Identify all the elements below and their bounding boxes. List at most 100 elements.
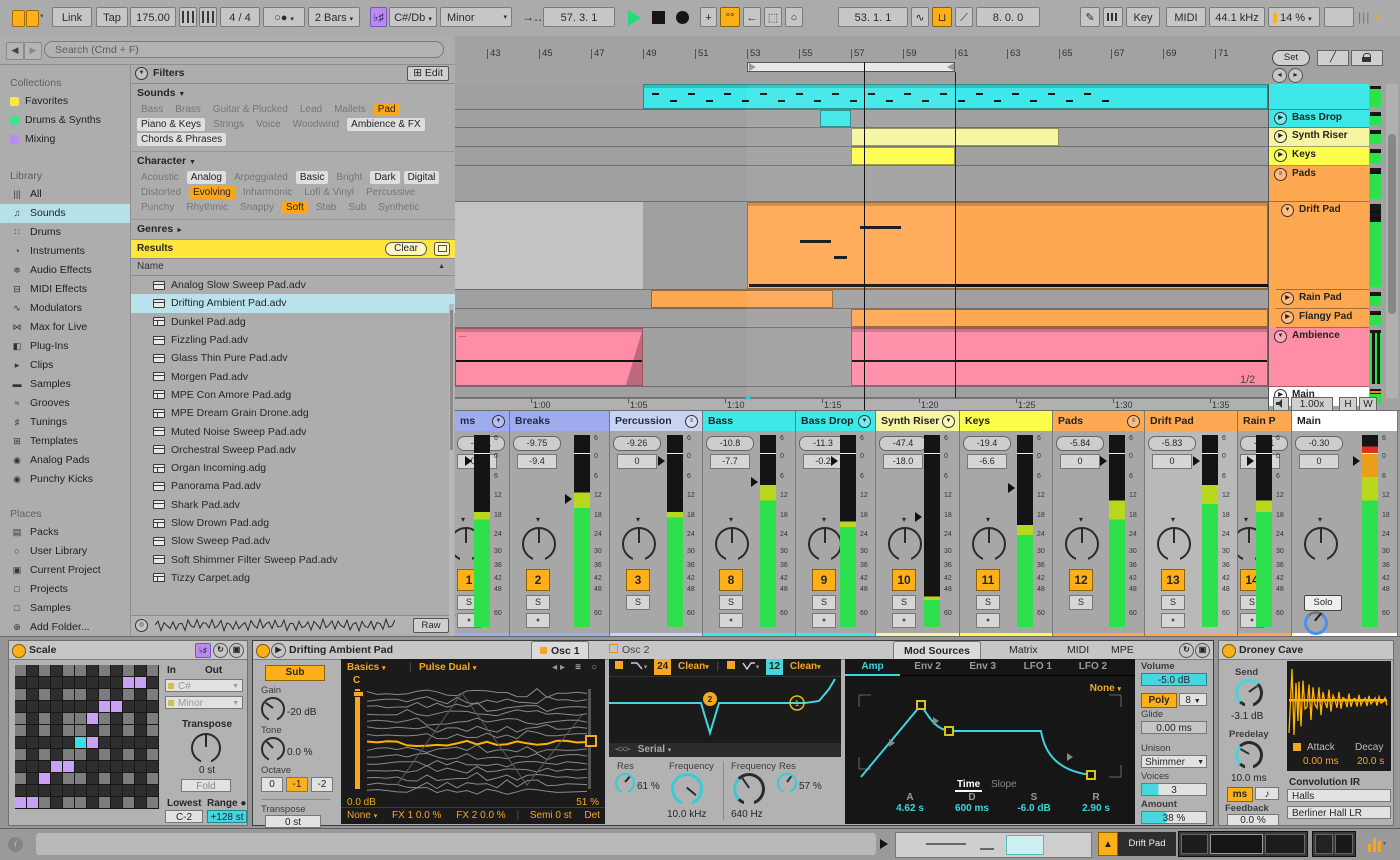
computer-midi-keyboard-icon[interactable] bbox=[1103, 7, 1123, 27]
tab-mod-sources[interactable]: Mod Sources bbox=[893, 641, 981, 660]
strip-pan-knob[interactable] bbox=[1304, 527, 1338, 562]
scale-grid-cell[interactable] bbox=[87, 797, 98, 808]
places-item-packs[interactable]: ▤ Packs bbox=[0, 523, 130, 542]
filter-tag[interactable]: Analog bbox=[186, 171, 226, 184]
scale-grid-cell[interactable] bbox=[147, 737, 158, 748]
hot-swap-icon[interactable]: ↻ bbox=[1179, 643, 1194, 658]
strip-name[interactable]: Drift Pad bbox=[1145, 411, 1237, 431]
time-signature-field[interactable]: 4 / 4 bbox=[220, 7, 260, 27]
mixer-strip-main[interactable]: Main -0.30 0 ▾ Solo 6 0 6 12 18 24 30 36 42 48 60 bbox=[1292, 411, 1398, 637]
mixer-strip-breaks[interactable]: Breaks -9.75 -9.4 ▾ 2 S ● 6 0 6 12 18 24 30 36 42 48 60 bbox=[510, 411, 610, 637]
track-unfold-icon[interactable]: ▶ bbox=[1281, 292, 1294, 305]
strip-peak-display[interactable]: -10.8 bbox=[706, 436, 754, 451]
scale-grid-cell[interactable] bbox=[135, 725, 146, 736]
scale-device-title-bar[interactable]: Scale ♭♯ ↻ ▣ bbox=[9, 641, 247, 660]
scale-grid-cell[interactable] bbox=[147, 665, 158, 676]
preview-icon[interactable]: ◎ bbox=[135, 619, 148, 632]
scale-grid-cell[interactable] bbox=[87, 689, 98, 700]
volume-handle[interactable] bbox=[1008, 482, 1015, 493]
scale-grid-cell[interactable] bbox=[15, 785, 26, 796]
strip-pan-knob[interactable] bbox=[888, 527, 922, 562]
strip-name[interactable]: ms ▼ bbox=[455, 411, 509, 431]
device-warning-icon[interactable]: ▲ bbox=[1098, 832, 1118, 856]
tone-value[interactable]: 0.0 % bbox=[287, 747, 313, 758]
strip-pan-knob[interactable] bbox=[715, 527, 749, 562]
scale-grid-cell[interactable] bbox=[87, 677, 98, 688]
scale-grid-cell[interactable] bbox=[27, 689, 38, 700]
scale-grid-cell[interactable] bbox=[87, 785, 98, 796]
f2-freq-knob[interactable] bbox=[733, 773, 765, 805]
feedback-value[interactable]: 0.0 % bbox=[1227, 814, 1279, 826]
track-fold-icon[interactable]: ▼ bbox=[1274, 330, 1287, 343]
octave-button[interactable]: 0 bbox=[261, 777, 283, 792]
ir-file-select[interactable]: Berliner Hall LR bbox=[1287, 806, 1391, 819]
library-item-plug-ins[interactable]: ◧ Plug-Ins bbox=[0, 337, 130, 356]
scale-grid-cell[interactable] bbox=[99, 737, 110, 748]
key-map-button[interactable]: Key bbox=[1126, 7, 1160, 27]
filters-collapse-icon[interactable]: ▼ bbox=[135, 67, 148, 80]
filter-tag[interactable]: Percussive bbox=[362, 186, 419, 199]
scale-grid-cell[interactable] bbox=[123, 677, 134, 688]
scale-grid-cell[interactable] bbox=[75, 665, 86, 676]
places-item-projects[interactable]: □ Projects bbox=[0, 580, 130, 599]
scale-grid[interactable] bbox=[15, 665, 159, 809]
strip-gain-field[interactable]: 0 bbox=[1060, 454, 1100, 469]
scale-grid-cell[interactable] bbox=[75, 785, 86, 796]
result-item[interactable]: Orchestral Sweep Pad.adv bbox=[131, 441, 455, 459]
track-unfold-icon[interactable]: ▶ bbox=[1274, 112, 1287, 125]
f2-res-value[interactable]: 57 % bbox=[799, 781, 822, 792]
scale-grid-cell[interactable] bbox=[51, 761, 62, 772]
scale-grid-cell[interactable] bbox=[51, 665, 62, 676]
volume-handle[interactable] bbox=[1100, 455, 1107, 466]
scale-grid-cell[interactable] bbox=[135, 737, 146, 748]
fade-icon[interactable]: ∿ bbox=[911, 7, 929, 27]
save-preset-icon[interactable]: ▣ bbox=[229, 643, 244, 658]
gain-value[interactable]: -20 dB bbox=[287, 707, 316, 718]
scale-grid-cell[interactable] bbox=[99, 773, 110, 784]
wt-fx1[interactable]: FX 1 0.0 % bbox=[392, 810, 441, 821]
scale-grid-cell[interactable] bbox=[123, 713, 134, 724]
scale-grid-cell[interactable] bbox=[63, 689, 74, 700]
scale-grid-cell[interactable] bbox=[135, 749, 146, 760]
scale-grid-cell[interactable] bbox=[15, 677, 26, 688]
scale-grid-cell[interactable] bbox=[135, 785, 146, 796]
save-preset-icon[interactable]: ▣ bbox=[1195, 643, 1210, 658]
f1-freq-value[interactable]: 10.0 kHz bbox=[667, 809, 706, 820]
strip-name[interactable]: Main bbox=[1292, 411, 1397, 431]
scale-grid-cell[interactable] bbox=[39, 761, 50, 772]
track-number[interactable]: 12 bbox=[1069, 569, 1093, 591]
scale-mode-menu[interactable]: Minor ▾ bbox=[440, 7, 512, 27]
transpose-value[interactable]: 0 st bbox=[172, 765, 242, 776]
scale-grid-cell[interactable] bbox=[51, 677, 62, 688]
scale-grid-cell[interactable] bbox=[75, 677, 86, 688]
scale-grid-cell[interactable] bbox=[15, 689, 26, 700]
scale-grid-cell[interactable] bbox=[75, 773, 86, 784]
search-input[interactable]: Search (Cmd + F) bbox=[44, 41, 444, 58]
arrangement-clip[interactable]: ... bbox=[455, 328, 643, 386]
filter-tag[interactable]: Bass bbox=[137, 103, 167, 116]
edit-filters-button[interactable]: ⊞ Edit bbox=[407, 66, 449, 81]
back-arrow-icon[interactable]: ◀ bbox=[6, 42, 24, 60]
scale-grid-cell[interactable] bbox=[15, 749, 26, 760]
filter-tag[interactable]: Punchy bbox=[137, 201, 178, 214]
track-lane[interactable] bbox=[455, 309, 1268, 328]
library-item-clips[interactable]: ▸ Clips bbox=[0, 356, 130, 375]
capture-midi-button[interactable]: + bbox=[700, 7, 717, 27]
scale-grid-cell[interactable] bbox=[111, 665, 122, 676]
result-item[interactable]: Tizzy Carpet.adg bbox=[131, 569, 455, 587]
scale-grid-cell[interactable] bbox=[111, 797, 122, 808]
strip-fold-icon[interactable]: ▼ bbox=[858, 415, 871, 428]
arrangement-clip[interactable] bbox=[819, 110, 851, 127]
scale-grid-cell[interactable] bbox=[123, 689, 134, 700]
adsr-s[interactable]: S -6.0 dB bbox=[1009, 792, 1059, 814]
groove-amount-icon[interactable] bbox=[179, 7, 197, 27]
scale-grid-cell[interactable] bbox=[147, 773, 158, 784]
wavetable-display[interactable]: Basics ▾ | Pulse Dual ▾ ◂ ▸ ≡ ○ C 0.0 dB… bbox=[341, 659, 605, 837]
filter-tag[interactable]: Chords & Phrases bbox=[137, 133, 227, 146]
collection-item[interactable]: Favorites bbox=[0, 92, 130, 111]
f2-freq-value[interactable]: 640 Hz bbox=[731, 809, 763, 820]
library-item-instruments[interactable]: ◔ Instruments bbox=[0, 242, 130, 261]
adsr-value[interactable]: 600 ms bbox=[947, 803, 997, 814]
scale-grid-cell[interactable] bbox=[99, 677, 110, 688]
scale-grid-cell[interactable] bbox=[99, 749, 110, 760]
